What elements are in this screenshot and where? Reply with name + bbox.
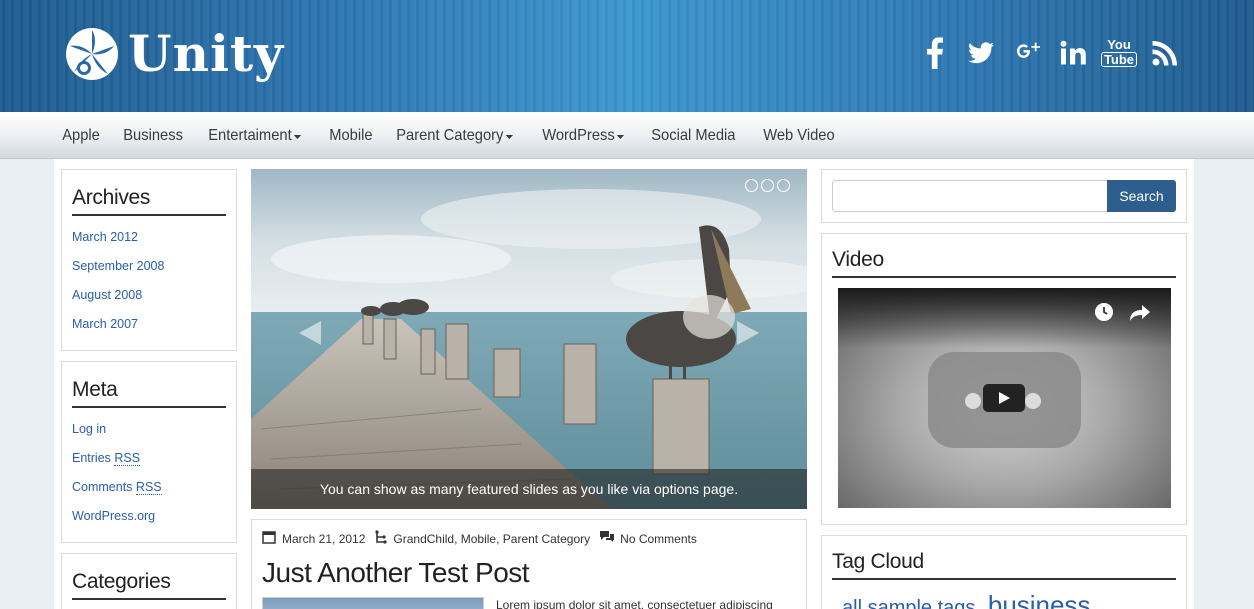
archive-link[interactable]: September 2008 xyxy=(72,259,226,273)
tag-cloud-widget: Tag Cloud all sample tags business xyxy=(821,535,1187,609)
meta-title: Meta xyxy=(72,378,226,408)
tag-cloud-list: all sample tags business xyxy=(832,590,1176,609)
nav-item-label: Apple xyxy=(62,126,100,144)
video-player[interactable] xyxy=(838,288,1171,508)
logo-flower-icon xyxy=(66,28,118,80)
archives-widget: Archives March 2012 September 2008 Augus… xyxy=(61,169,237,351)
meta-widget: Meta Log in Entries RSS Comments RSS Wor… xyxy=(61,361,237,543)
nav-item-label: Web Video xyxy=(762,126,835,144)
tag-link[interactable]: business xyxy=(988,590,1091,609)
archive-link[interactable]: August 2008 xyxy=(72,288,226,302)
video-widget: Video xyxy=(821,233,1187,525)
site-header: Unity You Tube xyxy=(0,0,1254,112)
slider-prev-arrow-icon[interactable] xyxy=(299,321,321,345)
post-card: March 21, 2012 GrandChild, Mobile, Paren… xyxy=(251,519,807,609)
slider-pagination xyxy=(745,179,790,192)
search-input[interactable] xyxy=(832,180,1108,212)
rss-abbr: RSS xyxy=(114,451,141,466)
calendar-icon xyxy=(262,530,276,547)
twitter-icon[interactable] xyxy=(968,36,994,70)
comments-icon xyxy=(600,531,615,546)
post-excerpt: Lorem ipsum dolor sit amet, consectetuer… xyxy=(496,598,773,609)
share-icon[interactable] xyxy=(1129,304,1151,322)
post-thumbnail[interactable] xyxy=(262,597,484,609)
archives-title: Archives xyxy=(72,186,226,216)
caret-down-icon xyxy=(616,134,625,139)
tag-cloud-title: Tag Cloud xyxy=(832,550,1176,580)
nav-item-label: Business xyxy=(123,126,183,144)
entries-rss-link[interactable]: Entries RSS xyxy=(72,451,226,466)
tag-link[interactable]: all sample tags xyxy=(842,597,975,609)
featured-slider[interactable]: You can show as many featured slides as … xyxy=(251,169,807,509)
archive-link[interactable]: March 2007 xyxy=(72,317,226,331)
nav-item-wordpress[interactable]: WordPress xyxy=(533,127,633,145)
nav-item-business[interactable]: Business xyxy=(114,127,192,145)
slider-next-arrow-icon[interactable] xyxy=(737,321,759,345)
rss-abbr: RSS xyxy=(135,480,162,495)
entries-rss-label: Entries xyxy=(72,451,111,465)
categories-title: Categories xyxy=(72,570,226,600)
archive-link[interactable]: March 2012 xyxy=(72,230,226,244)
meta-list: Log in Entries RSS Comments RSS WordPres… xyxy=(72,422,226,523)
search-widget: Search xyxy=(821,169,1187,223)
nav-item-parent-category[interactable]: Parent Category xyxy=(387,127,522,145)
nav-item-label: Social Media xyxy=(651,126,736,144)
linkedin-icon[interactable] xyxy=(1060,36,1086,70)
archives-list: March 2012 September 2008 August 2008 Ma… xyxy=(72,230,226,331)
nav-item-web-video[interactable]: Web Video xyxy=(754,127,844,145)
video-title: Video xyxy=(832,248,1176,278)
watch-later-icon[interactable] xyxy=(1094,302,1114,322)
nav-item-social-media[interactable]: Social Media xyxy=(642,127,745,145)
nav-item-label: Mobile xyxy=(328,126,373,144)
post-title[interactable]: Just Another Test Post xyxy=(262,557,796,589)
comments-rss-label: Comments xyxy=(72,480,133,494)
slide-image xyxy=(251,169,807,509)
slide-dot[interactable] xyxy=(777,179,790,192)
slide-dot[interactable] xyxy=(761,179,774,192)
nav-item-label: Parent Category xyxy=(395,126,504,144)
youtube-icon-line2: Tube xyxy=(1100,52,1138,67)
site-title: Unity xyxy=(128,24,285,83)
play-button-icon[interactable] xyxy=(983,384,1025,412)
nav-item-entertaiment[interactable]: Entertaiment xyxy=(199,127,310,145)
nav-item-label: Entertaiment xyxy=(208,126,292,144)
wordpress-org-link[interactable]: WordPress.org xyxy=(72,509,226,523)
post-comments-link[interactable]: No Comments xyxy=(620,532,697,546)
caret-down-icon xyxy=(504,134,513,139)
search-button[interactable]: Search xyxy=(1107,180,1176,212)
main-navigation: Apple Business Entertaiment Mobile Parent Ca… xyxy=(0,112,1254,159)
comments-rss-link[interactable]: Comments RSS xyxy=(72,480,226,495)
slide-dot[interactable] xyxy=(745,179,758,192)
facebook-icon[interactable] xyxy=(922,36,948,70)
nav-item-apple[interactable]: Apple xyxy=(53,127,109,145)
google-plus-icon[interactable] xyxy=(1014,36,1040,70)
slide-caption: You can show as many featured slides as … xyxy=(251,469,807,509)
social-links: You Tube xyxy=(922,36,1178,70)
caret-down-icon xyxy=(293,134,301,139)
login-link[interactable]: Log in xyxy=(72,422,226,436)
categories-widget: Categories xyxy=(61,553,237,609)
post-meta: March 21, 2012 GrandChild, Mobile, Paren… xyxy=(262,530,796,547)
rss-icon[interactable] xyxy=(1152,36,1178,70)
site-logo[interactable]: Unity xyxy=(64,24,284,84)
post-date[interactable]: March 21, 2012 xyxy=(282,532,365,546)
category-tree-icon xyxy=(375,530,387,547)
post-categories[interactable]: GrandChild, Mobile, Parent Category xyxy=(393,532,590,546)
nav-item-label: WordPress xyxy=(542,126,615,144)
youtube-icon-line1: You xyxy=(1107,37,1131,52)
nav-item-mobile[interactable]: Mobile xyxy=(320,127,382,145)
nav-menu: Apple Business Entertaiment Mobile Parent Ca… xyxy=(53,112,851,159)
youtube-icon[interactable]: You Tube xyxy=(1100,36,1138,70)
